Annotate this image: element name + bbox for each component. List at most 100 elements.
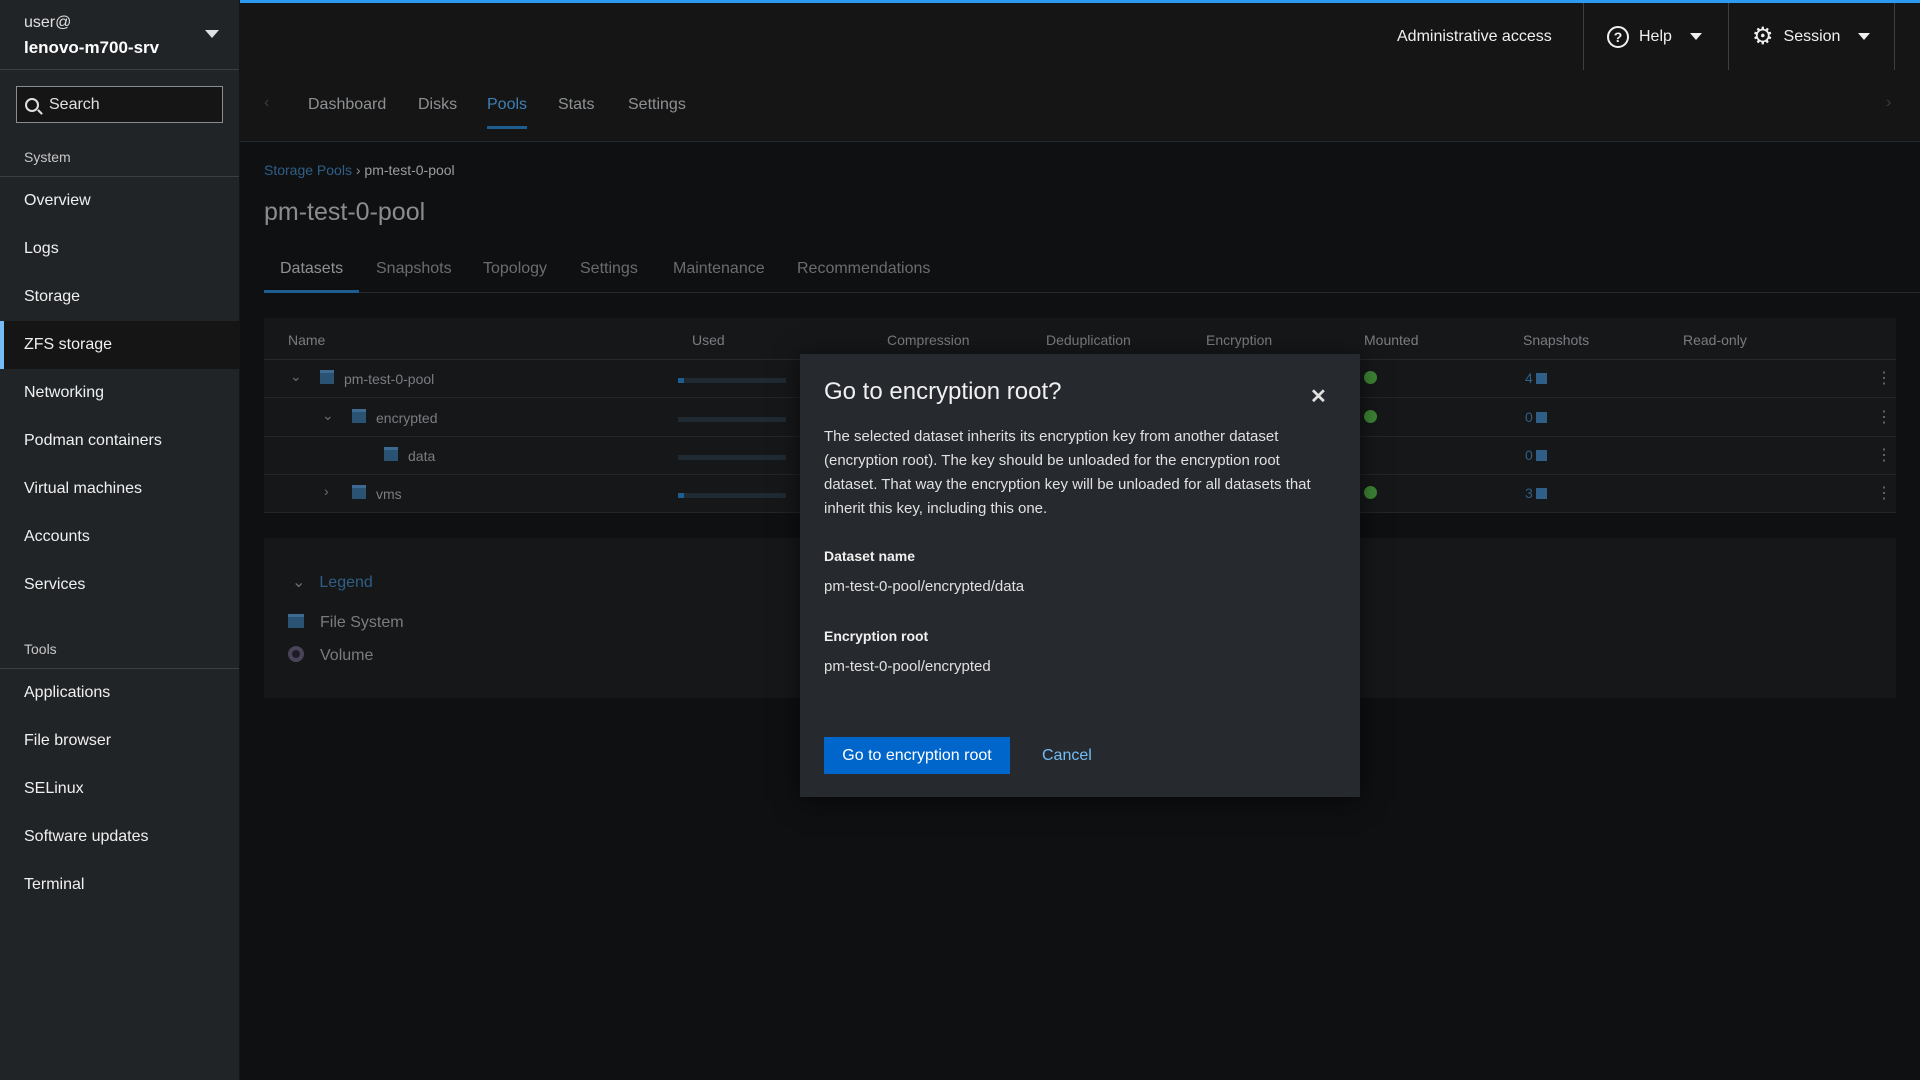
search-input[interactable] xyxy=(49,95,209,114)
sidebar-item-accounts[interactable]: Accounts xyxy=(0,513,239,561)
kebab-menu-icon[interactable]: ⋮ xyxy=(1876,368,1892,388)
kebab-menu-icon[interactable]: ⋮ xyxy=(1876,407,1892,427)
snapshot-count: 3 xyxy=(1525,485,1533,501)
encryption-root-label: Encryption root xyxy=(824,628,929,644)
host-switcher[interactable]: user@ lenovo-m700-srv xyxy=(0,0,239,70)
dialog-body: The selected dataset inherits its encryp… xyxy=(824,428,1311,517)
snapshots-link[interactable]: 0 xyxy=(1525,447,1547,463)
tools-section-label: Tools xyxy=(0,631,239,669)
tab-settings[interactable]: Settings xyxy=(628,96,686,114)
edit-icon xyxy=(1535,412,1547,423)
snapshot-count: 0 xyxy=(1525,409,1533,425)
tab-stats[interactable]: Stats xyxy=(558,96,594,114)
header-divider xyxy=(1894,3,1895,70)
breadcrumb: Storage Pools › pm-test-0-pool xyxy=(264,162,455,178)
column-header[interactable]: Mounted xyxy=(1364,332,1418,348)
caret-down-icon xyxy=(205,30,219,38)
kebab-menu-icon[interactable]: ⋮ xyxy=(1876,445,1892,465)
breadcrumb-current: pm-test-0-pool xyxy=(364,162,455,178)
host-name: lenovo-m700-srv xyxy=(24,38,160,57)
legend-item: Volume xyxy=(288,646,373,665)
tab-snapshots[interactable]: Snapshots xyxy=(376,260,452,278)
tab-dashboard[interactable]: Dashboard xyxy=(308,96,386,114)
sidebar-item-virtual-machines[interactable]: Virtual machines xyxy=(0,465,239,513)
filesystem-icon xyxy=(288,614,304,628)
column-header[interactable]: Deduplication xyxy=(1046,332,1131,348)
tab-pools[interactable]: Pools xyxy=(487,96,528,129)
caret-down-icon xyxy=(1858,33,1871,40)
sidebar-item-file-browser[interactable]: File browser xyxy=(0,717,239,765)
tab-recommendations[interactable]: Recommendations xyxy=(797,260,930,278)
dataset-name[interactable]: pm-test-0-pool xyxy=(344,371,434,387)
close-icon[interactable]: ✕ xyxy=(1310,384,1327,409)
snapshots-link[interactable]: 4 xyxy=(1525,370,1547,386)
dataset-name[interactable]: data xyxy=(408,448,435,464)
search-icon xyxy=(25,97,39,112)
chevron-right-icon[interactable]: › xyxy=(324,483,329,499)
snapshot-count: 4 xyxy=(1525,370,1533,386)
filesystem-icon xyxy=(384,447,398,461)
chevron-down-icon[interactable]: ⌄ xyxy=(290,368,302,385)
tab-maintenance[interactable]: Maintenance xyxy=(673,260,765,278)
tab-topology[interactable]: Topology xyxy=(483,260,547,278)
column-header[interactable]: Encryption xyxy=(1206,332,1272,348)
cancel-button[interactable]: Cancel xyxy=(1042,737,1092,774)
tab-disks[interactable]: Disks xyxy=(418,96,457,114)
legend-toggle[interactable]: ⌄ Legend xyxy=(292,572,373,592)
kebab-menu-icon[interactable]: ⋮ xyxy=(1876,483,1892,503)
sidebar-item-podman-containers[interactable]: Podman containers xyxy=(0,417,239,465)
tab-datasets[interactable]: Datasets xyxy=(263,260,360,293)
sidebar-item-selinux[interactable]: SELinux xyxy=(0,765,239,813)
sidebar-item-services[interactable]: Services xyxy=(0,561,239,609)
page-title: pm-test-0-pool xyxy=(264,198,426,226)
go-to-encryption-root-button[interactable]: Go to encryption root xyxy=(824,737,1010,774)
legend-label: File System xyxy=(320,614,404,631)
chevron-down-icon[interactable]: ⌄ xyxy=(322,407,334,424)
column-header[interactable]: Snapshots xyxy=(1523,332,1589,348)
column-header[interactable]: Name xyxy=(288,332,325,348)
dataset-name[interactable]: vms xyxy=(376,486,402,502)
header-divider xyxy=(1728,3,1729,70)
legend-item: File System xyxy=(288,614,404,632)
column-header[interactable]: Used xyxy=(692,332,725,348)
check-circle-icon xyxy=(1364,371,1377,384)
help-label: Help xyxy=(1639,27,1672,45)
help-icon: ? xyxy=(1607,25,1629,48)
sidebar-item-zfs-storage[interactable]: ZFS storage xyxy=(0,321,239,369)
admin-access-button[interactable]: Administrative access xyxy=(1397,3,1552,70)
scroll-left-icon[interactable]: ‹ xyxy=(264,94,269,112)
top-header: Administrative access ? Help ⚙ Session xyxy=(240,0,1920,70)
filesystem-icon xyxy=(352,409,366,423)
sidebar: user@ lenovo-m700-srv System Overview Lo… xyxy=(0,0,240,1080)
column-header[interactable]: Compression xyxy=(887,332,969,348)
snapshot-count: 0 xyxy=(1525,447,1533,463)
session-menu[interactable]: ⚙ Session xyxy=(1752,3,1871,70)
sidebar-item-applications[interactable]: Applications xyxy=(0,669,239,717)
encryption-root-value: pm-test-0-pool/encrypted xyxy=(824,658,991,675)
sidebar-item-software-updates[interactable]: Software updates xyxy=(0,813,239,861)
snapshots-link[interactable]: 0 xyxy=(1525,409,1547,425)
filesystem-icon xyxy=(320,370,334,384)
usage-bar xyxy=(678,378,786,383)
sidebar-item-terminal[interactable]: Terminal xyxy=(0,861,239,909)
snapshots-link[interactable]: 3 xyxy=(1525,485,1547,501)
edit-icon xyxy=(1535,373,1547,384)
scroll-right-icon[interactable]: › xyxy=(1886,94,1891,112)
breadcrumb-link[interactable]: Storage Pools xyxy=(264,162,352,178)
help-menu[interactable]: ? Help xyxy=(1607,3,1702,70)
gear-icon: ⚙ xyxy=(1752,23,1774,50)
column-header[interactable]: Read-only xyxy=(1683,332,1747,348)
plugin-tabs: ‹ Dashboard Disks Pools Stats Settings › xyxy=(240,70,1920,142)
sidebar-item-networking[interactable]: Networking xyxy=(0,369,239,417)
sidebar-item-logs[interactable]: Logs xyxy=(0,225,239,273)
dataset-name[interactable]: encrypted xyxy=(376,410,437,426)
dialog-title: Go to encryption root? xyxy=(824,378,1062,405)
tab-pool-settings[interactable]: Settings xyxy=(580,260,638,278)
session-label: Session xyxy=(1783,27,1841,45)
edit-icon xyxy=(1535,488,1547,499)
edit-icon xyxy=(1535,450,1547,461)
sidebar-item-overview[interactable]: Overview xyxy=(0,177,239,225)
sidebar-item-storage[interactable]: Storage xyxy=(0,273,239,321)
search-box[interactable] xyxy=(16,86,223,123)
encryption-root-dialog: Go to encryption root? ✕ The selected da… xyxy=(800,354,1360,797)
